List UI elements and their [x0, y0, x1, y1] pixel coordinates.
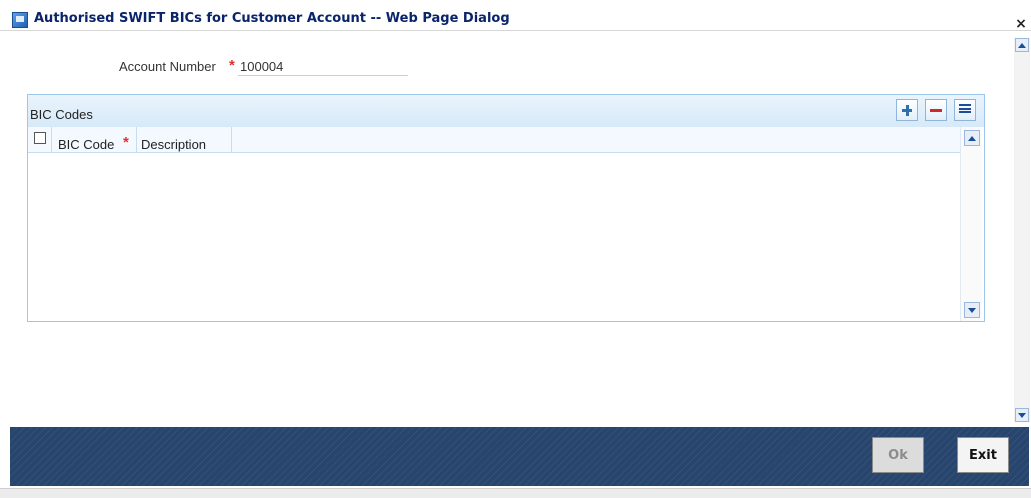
select-all-checkbox[interactable] [34, 132, 46, 144]
account-number-label: Account Number [119, 59, 216, 74]
account-number-required-mark: * [229, 57, 235, 74]
column-divider [231, 127, 232, 153]
bic-codes-panel-header: BIC Codes [28, 95, 984, 127]
title-bar: Authorised SWIFT BICs for Customer Accou… [0, 0, 1031, 31]
delete-row-button[interactable] [925, 99, 947, 121]
column-header-bic-code[interactable]: BIC Code [58, 137, 114, 152]
dialog-footer: Ok Exit [10, 427, 1029, 486]
grid-scroll-up-icon[interactable] [964, 130, 980, 146]
window-scrollbar[interactable] [1014, 38, 1030, 422]
account-number-underline [238, 75, 408, 76]
view-single-record-button[interactable] [954, 99, 976, 121]
list-icon [959, 104, 971, 116]
grid-scrollbar[interactable] [960, 127, 982, 321]
grid-scroll-down-icon[interactable] [964, 302, 980, 318]
bic-grid-header: BIC Code * Description [28, 127, 960, 153]
add-row-button[interactable] [896, 99, 918, 121]
window-title: Authorised SWIFT BICs for Customer Accou… [34, 11, 510, 26]
exit-button[interactable]: Exit [957, 437, 1009, 473]
account-number-value: 100004 [240, 59, 284, 74]
bic-codes-panel: BIC Codes BIC Code * Description [27, 94, 985, 322]
scroll-up-arrow-icon[interactable] [1015, 38, 1029, 52]
ok-button[interactable]: Ok [872, 437, 924, 473]
close-button[interactable]: × [1012, 15, 1030, 33]
column-divider [136, 127, 137, 153]
column-header-description[interactable]: Description [141, 137, 206, 152]
bic-code-required-mark: * [123, 134, 129, 151]
scroll-down-arrow-icon[interactable] [1015, 408, 1029, 422]
bic-codes-panel-title: BIC Codes [30, 107, 93, 122]
column-divider [51, 127, 52, 153]
dialog-window-icon [12, 12, 28, 28]
